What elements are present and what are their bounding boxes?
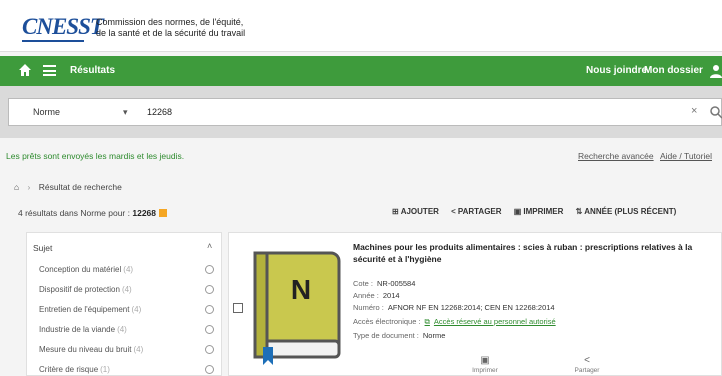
result-doctype: Type de document : Norme (353, 331, 445, 340)
help-tutorial-link[interactable]: Aide / Tutoriel (660, 151, 712, 161)
card-share-button[interactable]: < Partager (567, 355, 607, 374)
search-bar: Norme ▾ 12268 × (8, 98, 722, 126)
results-count-prefix: 4 résultats dans Norme pour : (18, 208, 130, 218)
nav-my-file-link[interactable]: Mon dossier (644, 65, 703, 76)
organization-name: Commission des normes, de l'équité, de l… (96, 17, 245, 39)
results-query: 12268 (132, 208, 156, 218)
rss-icon[interactable] (159, 209, 167, 217)
result-year: Année :2014 (353, 291, 400, 300)
facet-item[interactable]: Mesure du niveau du bruit (4) (39, 345, 215, 354)
sort-select[interactable]: ⇅ ANNÉE (PLUS RÉCENT) (576, 207, 677, 216)
facet-heading: Sujet (33, 243, 53, 253)
access-label: Accès électronique : (353, 317, 421, 326)
facet-item-label: Entretien de l'équipement (39, 305, 130, 314)
facet-item[interactable]: Entretien de l'équipement (4) (39, 305, 215, 314)
print-icon: ▣ (513, 207, 522, 216)
results-count: 4 résultats dans Norme pour : 12268 (18, 208, 167, 218)
facet-item-count: (4) (121, 285, 132, 294)
search-scope-select[interactable]: Norme (33, 107, 60, 117)
norme-book-icon: N (253, 251, 341, 365)
facet-item[interactable]: Dispositif de protection (4) (39, 285, 215, 294)
clear-icon[interactable]: × (691, 105, 697, 117)
facet-item-count: (4) (117, 325, 127, 334)
facet-radio-icon[interactable] (205, 325, 214, 334)
result-number: Numéro : AFNOR NF EN 12268:2014; CEN EN 1… (353, 303, 555, 312)
card-share-label: Partager (574, 367, 600, 374)
doctype-value: Norme (422, 331, 446, 340)
facet-item-count: (1) (100, 365, 110, 374)
print-label: IMPRIMER (523, 207, 564, 216)
breadcrumb-home-icon[interactable]: ⌂ (14, 182, 19, 192)
external-link-icon: ⧉ (424, 317, 430, 326)
share-icon: < (584, 355, 590, 366)
add-label: AJOUTER (400, 207, 439, 216)
facet-item-label: Conception du matériel (39, 265, 122, 274)
result-cote: Cote : NR-005584 (353, 279, 415, 288)
facet-item-count: (4) (131, 305, 142, 314)
add-button[interactable]: ⊞ AJOUTER (392, 207, 439, 216)
card-print-label: Imprimer (472, 367, 498, 374)
org-name-line2: de la santé et de la sécurité du travail (96, 28, 246, 38)
results-toolbar: ⊞ AJOUTER < PARTAGER ▣ IMPRIMER ⇅ ANNÉE (PLU… (392, 207, 686, 216)
chevron-down-icon[interactable]: ▾ (123, 107, 128, 118)
user-icon[interactable] (710, 64, 722, 78)
share-icon: < (451, 207, 456, 216)
breadcrumb-separator: › (27, 182, 31, 192)
cote-value: NR-005584 (377, 279, 416, 288)
facet-item[interactable]: Critère de risque (1) (39, 365, 215, 374)
facet-radio-icon[interactable] (205, 345, 214, 354)
share-button[interactable]: < PARTAGER (451, 207, 501, 216)
print-button[interactable]: ▣ IMPRIMER (514, 207, 564, 216)
cnesst-logo[interactable]: CNESST (22, 14, 104, 40)
org-name-line1: Commission des normes, de l'équité, (96, 17, 244, 27)
number-label: Numéro : (353, 303, 384, 312)
facet-radio-icon[interactable] (205, 305, 214, 314)
facet-item-count: (4) (123, 265, 134, 274)
site-header: CNESST Commission des normes, de l'équit… (0, 0, 722, 52)
facet-radio-icon[interactable] (205, 285, 214, 294)
cote-label: Cote : (353, 279, 374, 288)
print-icon: ▣ (480, 355, 490, 366)
add-icon: ⊞ (392, 207, 399, 216)
facet-radio-icon[interactable] (205, 265, 214, 274)
facet-panel-subject: Sujet ˄ Conception du matériel (4) Dispos… (26, 232, 222, 376)
breadcrumb: ⌂ › Résultat de recherche (14, 182, 122, 192)
hamburger-menu-icon[interactable] (43, 65, 56, 76)
facet-item[interactable]: Industrie de la viande (4) (39, 325, 215, 334)
search-band: Norme ▾ 12268 × (0, 86, 722, 138)
sort-icon: ⇅ (575, 207, 583, 216)
breadcrumb-current: Résultat de recherche (38, 182, 122, 192)
advanced-search-link[interactable]: Recherche avancée (578, 151, 654, 161)
nav-title: Résultats (70, 65, 116, 76)
card-print-button[interactable]: ▣ Imprimer (465, 355, 505, 374)
sort-label: ANNÉE (PLUS RÉCENT) (584, 207, 677, 216)
home-icon[interactable] (18, 63, 32, 77)
result-title-link[interactable]: Machines pour les produits alimentaires … (353, 241, 722, 265)
main-nav-bar: Résultats Nous joindre Mon dossier (0, 56, 722, 86)
result-select-checkbox[interactable] (233, 303, 243, 313)
result-access: Accès électronique : ⧉ Accès réservé au pe… (353, 317, 556, 327)
result-card: N Machines pour les produits alimentaire… (228, 232, 722, 376)
facet-item[interactable]: Conception du matériel (4) (39, 265, 215, 274)
doctype-label: Type de document : (353, 331, 419, 340)
facet-item-count: (4) (133, 345, 144, 354)
year-label: Année : (353, 291, 379, 300)
number-value: AFNOR NF EN 12268:2014; CEN EN 12268:201… (387, 303, 555, 312)
nav-contact-link[interactable]: Nous joindre (586, 65, 647, 76)
facet-item-label: Mesure du niveau du bruit (39, 345, 132, 354)
chevron-up-icon[interactable]: ˄ (207, 241, 212, 251)
facet-radio-icon[interactable] (205, 365, 214, 374)
year-value: 2014 (382, 291, 400, 300)
search-input[interactable]: 12268 (147, 107, 172, 117)
share-label: PARTAGER (457, 207, 502, 216)
access-link[interactable]: Accès réservé au personnel autorisé (434, 317, 556, 326)
book-letter: N (291, 274, 311, 305)
facet-item-label: Dispositif de protection (39, 285, 120, 294)
logo-underline (22, 40, 84, 42)
loan-notice: Les prêts sont envoyés les mardis et les… (6, 151, 185, 161)
search-icon[interactable] (709, 105, 722, 119)
facet-item-label: Critère de risque (39, 365, 99, 374)
facet-item-label: Industrie de la viande (39, 325, 116, 334)
